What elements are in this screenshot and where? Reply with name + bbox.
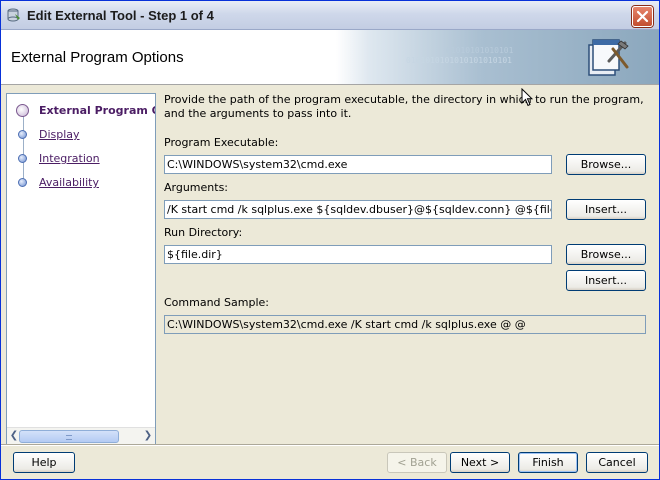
step-bullet-icon [18,178,27,187]
banner-binary-text: 01010101010101 [446,46,514,55]
browse-directory-button[interactable]: Browse... [566,244,646,265]
app-icon [7,8,20,22]
insert-arguments-button[interactable]: Insert... [566,199,646,220]
grip-icon [66,435,72,440]
help-button[interactable]: Help [13,452,75,473]
title-bar[interactable]: Edit External Tool - Step 1 of 4 [1,1,659,30]
description-text: Provide the path of the program executab… [164,93,644,120]
step-bullet-icon [18,154,27,163]
nav-step-label: Display [39,128,80,141]
nav-step-external-program-options[interactable]: External Program Options [7,102,155,120]
nav-step-label: External Program Options [39,104,155,117]
header-banner: 01010101010101 0101010101010101010101 [336,30,659,84]
step-active-bullet-icon [16,104,29,117]
nav-step-display[interactable]: Display [7,126,155,144]
nav-horizontal-scrollbar[interactable]: ❮ ❯ [7,427,155,444]
arguments-input[interactable]: /K start cmd /k sqlplus.exe ${sqldev.dbu… [164,200,552,219]
nav-step-label: Availability [39,176,99,189]
insert-directory-button[interactable]: Insert... [566,270,646,291]
cancel-button[interactable]: Cancel [586,452,648,473]
close-button[interactable] [632,6,653,27]
arguments-label: Arguments: [164,181,229,194]
browse-executable-button[interactable]: Browse... [566,154,646,175]
nav-step-integration[interactable]: Integration [7,150,155,168]
run-directory-input[interactable]: ${file.dir} [164,245,552,264]
back-button[interactable]: < Back [387,452,447,473]
banner-binary-text: 0101010101010101010101 [406,56,512,65]
scrollbar-thumb[interactable] [19,430,119,443]
command-sample-field: C:\WINDOWS\system32\cmd.exe /K start cmd… [164,315,646,334]
wizard-step-nav: External Program Options Display Integra… [6,93,156,445]
window-title: Edit External Tool - Step 1 of 4 [27,8,214,23]
step-bullet-icon [18,130,27,139]
main-content: Provide the path of the program executab… [155,84,660,444]
nav-step-label: Integration [39,152,100,165]
program-executable-input[interactable]: C:\WINDOWS\system32\cmd.exe [164,155,552,174]
footer-separator [1,444,659,446]
dialog-window: Edit External Tool - Step 1 of 4 Externa… [0,0,660,480]
command-sample-label: Command Sample: [164,296,269,309]
next-button[interactable]: Next > [450,452,510,473]
run-directory-label: Run Directory: [164,226,243,239]
finish-button[interactable]: Finish [518,452,578,473]
program-executable-label: Program Executable: [164,136,279,149]
scroll-right-icon[interactable]: ❯ [142,430,154,442]
external-tool-icon [588,39,629,76]
nav-step-availability[interactable]: Availability [7,174,155,192]
wizard-header: External Program Options 01010101010101 … [1,30,659,85]
close-icon [636,10,649,23]
page-title: External Program Options [11,49,184,66]
mouse-cursor-icon [521,88,533,107]
